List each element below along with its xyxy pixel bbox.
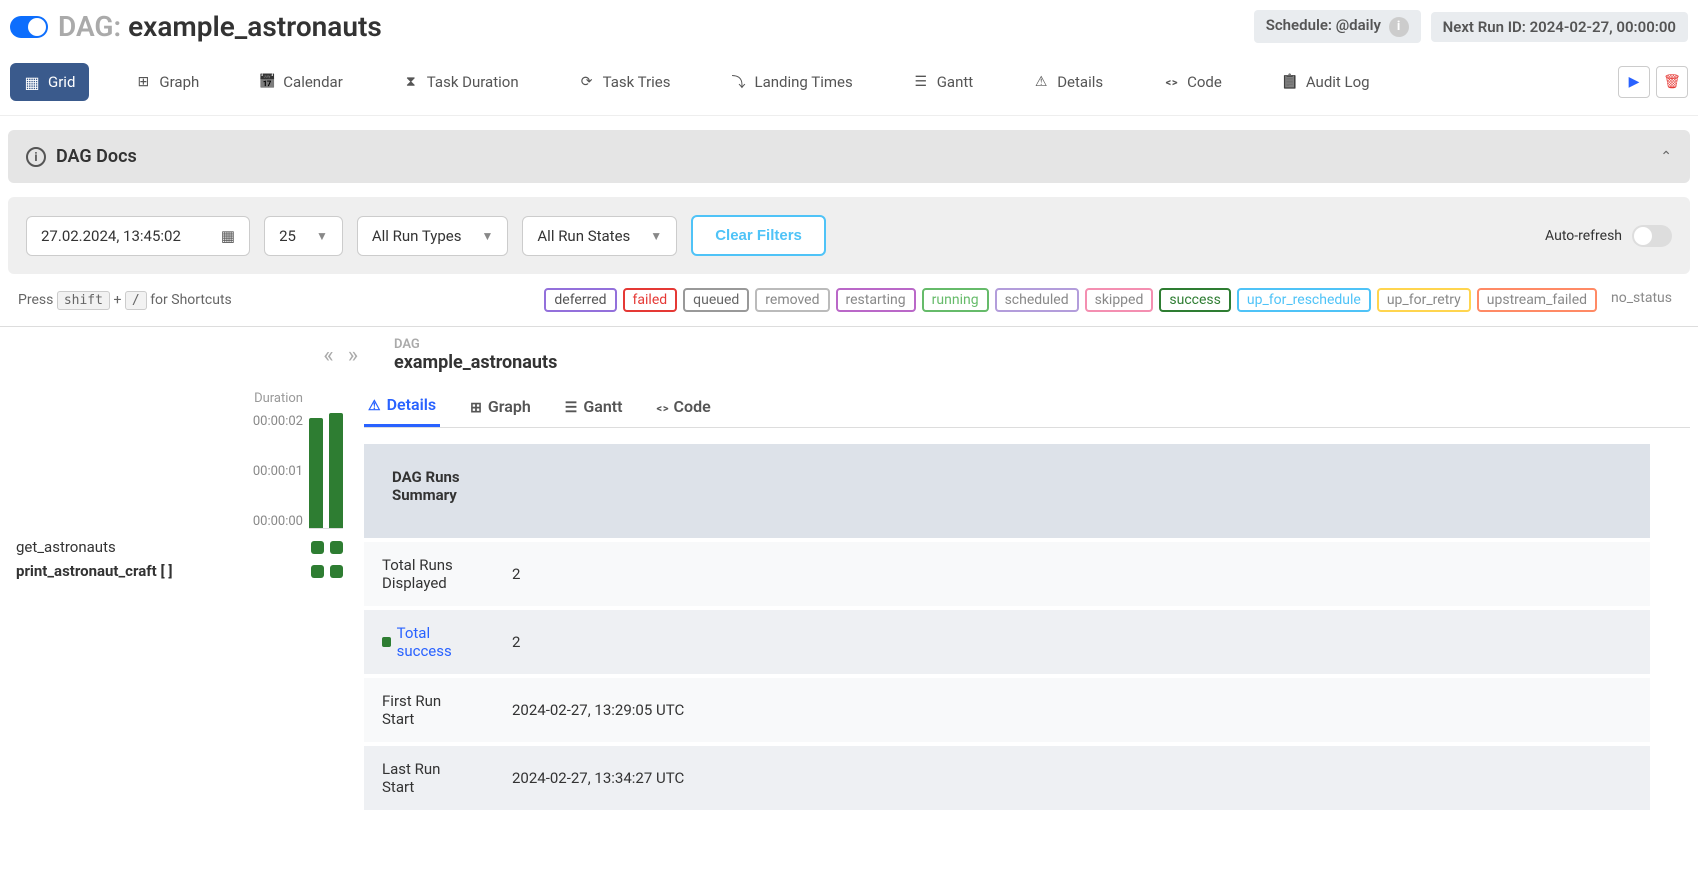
- summary-header: DAG Runs Summary: [364, 444, 1650, 542]
- delete-button[interactable]: 🗑: [1656, 66, 1688, 98]
- tab-audit-log[interactable]: Audit Log: [1268, 63, 1384, 101]
- audit-icon: [1282, 74, 1298, 90]
- tab-grid[interactable]: Grid: [10, 63, 89, 101]
- shift-key: shift: [57, 291, 110, 310]
- task-status-dot[interactable]: [330, 565, 343, 578]
- calendar-picker-icon: ▦: [221, 227, 235, 245]
- legend-queued[interactable]: queued: [683, 288, 749, 312]
- calendar-icon: [259, 74, 275, 90]
- chevron-down-icon: ▼: [482, 229, 494, 243]
- total-success-link[interactable]: Total success: [397, 624, 476, 660]
- legend-removed[interactable]: removed: [755, 288, 829, 312]
- legend-success[interactable]: success: [1159, 288, 1230, 312]
- dag-prefix: DAG:: [58, 10, 121, 43]
- legend-up-for-reschedule[interactable]: up_for_reschedule: [1237, 288, 1371, 312]
- count-select[interactable]: 25 ▼: [264, 216, 343, 256]
- detail-tab-details[interactable]: Details: [364, 387, 440, 427]
- schedule-badge: Schedule: @daily i: [1254, 10, 1421, 43]
- summary-row: Total success 2: [364, 610, 1650, 678]
- detail-tab-gantt[interactable]: Gantt: [561, 387, 627, 427]
- legend-restarting[interactable]: restarting: [836, 288, 916, 312]
- task-status-dot[interactable]: [330, 541, 343, 554]
- summary-row: Last Run Start 2024-02-27, 13:34:27 UTC: [364, 746, 1650, 814]
- task-row[interactable]: get_astronauts: [8, 535, 358, 559]
- task-row[interactable]: print_astronaut_craft [ ]: [8, 559, 358, 583]
- tab-code[interactable]: Code: [1149, 63, 1236, 101]
- shortcuts-hint: Press shift + / for Shortcuts: [18, 292, 232, 308]
- legend-failed[interactable]: failed: [623, 288, 678, 312]
- legend-skipped[interactable]: skipped: [1085, 288, 1154, 312]
- code-icon: [1163, 74, 1179, 90]
- auto-refresh-toggle[interactable]: [1632, 225, 1672, 247]
- tries-icon: [579, 74, 595, 90]
- legend-scheduled[interactable]: scheduled: [995, 288, 1079, 312]
- legend-deferred[interactable]: deferred: [544, 288, 616, 312]
- summary-table: DAG Runs Summary Total Runs Displayed 2 …: [364, 444, 1650, 814]
- status-legend: deferred failed queued removed restartin…: [544, 288, 1680, 312]
- breadcrumb-label: DAG: [394, 337, 1690, 352]
- legend-no-status[interactable]: no_status: [1603, 288, 1680, 312]
- duration-icon: [403, 74, 419, 90]
- chevron-down-icon: ▼: [650, 229, 662, 243]
- grid-panel: « » Duration 00:00:02 00:00:01 00:00:00 …: [8, 337, 358, 814]
- auto-refresh-label: Auto-refresh: [1545, 228, 1622, 244]
- chevron-down-icon: ▼: [316, 229, 328, 243]
- tab-graph[interactable]: Graph: [121, 63, 213, 101]
- run-bar-1[interactable]: [329, 413, 343, 528]
- tab-gantt[interactable]: Gantt: [899, 63, 987, 101]
- y-axis: 00:00:02 00:00:01 00:00:00: [8, 414, 303, 529]
- tab-details[interactable]: Details: [1019, 63, 1117, 101]
- run-bar-0[interactable]: [309, 418, 323, 528]
- tab-landing-times[interactable]: Landing Times: [717, 63, 867, 101]
- gantt-icon: [565, 397, 578, 416]
- task-status-dot[interactable]: [311, 541, 324, 554]
- dag-name: example_astronauts: [128, 10, 382, 43]
- grid-icon: [24, 74, 40, 90]
- tab-task-duration[interactable]: Task Duration: [389, 63, 533, 101]
- clear-filters-button[interactable]: Clear Filters: [691, 215, 826, 256]
- run-types-select[interactable]: All Run Types ▼: [357, 216, 509, 256]
- docs-title: DAG Docs: [56, 146, 137, 167]
- summary-row: First Run Start 2024-02-27, 13:29:05 UTC: [364, 678, 1650, 746]
- dag-docs-bar[interactable]: i DAG Docs ⌃: [8, 130, 1690, 183]
- chevron-up-icon[interactable]: ⌃: [1660, 149, 1672, 165]
- slash-key: /: [125, 291, 147, 310]
- details-icon: [1033, 74, 1049, 90]
- legend-upstream-failed[interactable]: upstream_failed: [1477, 288, 1597, 312]
- gantt-icon: [913, 74, 929, 90]
- task-name: get_astronauts: [16, 538, 116, 556]
- tab-task-tries[interactable]: Task Tries: [565, 63, 685, 101]
- landing-icon: [731, 74, 747, 90]
- info-icon[interactable]: i: [1389, 17, 1409, 37]
- breadcrumb-title: example_astronauts: [394, 352, 1690, 373]
- graph-icon: [470, 397, 482, 416]
- info-circle-icon: i: [26, 147, 46, 167]
- code-icon: [657, 397, 668, 416]
- dag-title: DAG: example_astronauts: [58, 10, 382, 43]
- details-icon: [368, 395, 381, 414]
- success-dot-icon: [382, 637, 391, 647]
- date-filter-input[interactable]: 27.02.2024, 13:45:02 ▦: [26, 216, 250, 256]
- detail-tab-code[interactable]: Code: [653, 387, 715, 427]
- graph-icon: [135, 74, 151, 90]
- detail-tab-graph[interactable]: Graph: [466, 387, 535, 427]
- tab-calendar[interactable]: Calendar: [245, 63, 357, 101]
- duration-label: Duration: [8, 391, 343, 406]
- dag-enable-toggle[interactable]: [10, 16, 48, 38]
- collapse-left-icon[interactable]: «: [323, 343, 333, 368]
- task-name: print_astronaut_craft [ ]: [16, 562, 172, 580]
- run-states-select[interactable]: All Run States ▼: [522, 216, 677, 256]
- legend-running[interactable]: running: [922, 288, 989, 312]
- next-run-badge: Next Run ID: 2024-02-27, 00:00:00: [1431, 12, 1688, 42]
- run-button[interactable]: ▶: [1618, 66, 1650, 98]
- task-status-dot[interactable]: [311, 565, 324, 578]
- expand-right-icon[interactable]: »: [348, 343, 358, 368]
- legend-up-for-retry[interactable]: up_for_retry: [1377, 288, 1471, 312]
- summary-row: Total Runs Displayed 2: [364, 542, 1650, 610]
